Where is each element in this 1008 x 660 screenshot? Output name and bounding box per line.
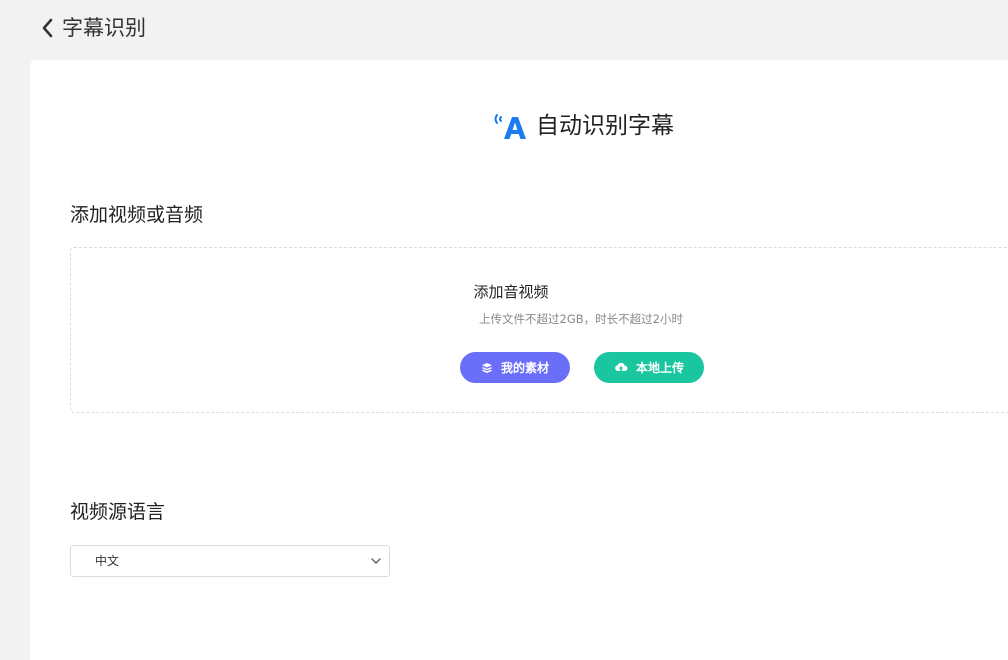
top-bar: 字幕识别 [0,0,1008,58]
my-materials-button[interactable]: 我的素材 [460,352,570,383]
upload-hint: 上传文件不超过2GB，时长不超过2小时 [479,312,683,326]
local-upload-button[interactable]: 本地上传 [594,352,704,383]
hero-title: 自动识别字幕 [536,113,674,139]
source-language-value: 中文 [95,554,120,568]
local-upload-label: 本地上传 [635,361,684,375]
upload-dropzone[interactable] [70,247,1008,413]
layers-icon [481,362,493,374]
back-button[interactable] [36,15,58,41]
chevron-down-icon [371,558,381,564]
page-title: 字幕识别 [62,16,146,40]
subtitle-recognition-icon [494,114,526,139]
upload-section-label: 添加视频或音频 [70,204,204,226]
my-materials-label: 我的素材 [500,361,549,375]
hero-header: 自动识别字幕 [492,110,674,142]
upload-title: 添加音视频 [473,283,549,301]
source-language-select[interactable]: 中文 [70,545,390,577]
cloud-upload-icon [614,362,628,374]
language-section-label: 视频源语言 [70,501,166,523]
chevron-left-icon [42,18,53,38]
